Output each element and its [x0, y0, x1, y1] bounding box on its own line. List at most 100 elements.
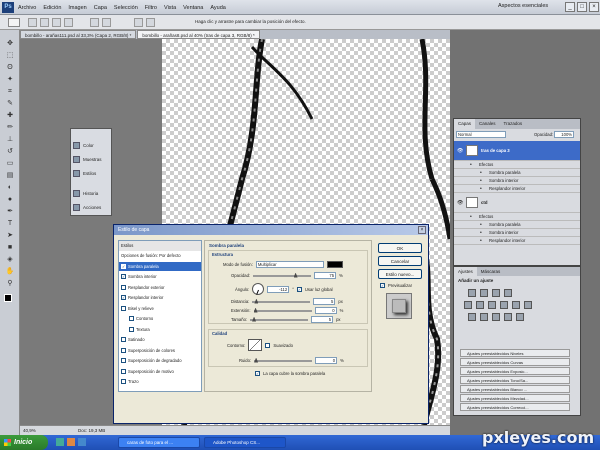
- adjustment-preset[interactable]: Ajustes preestablecidos Blanco ...: [460, 385, 570, 393]
- styles-panel-button[interactable]: Estilos: [73, 167, 111, 179]
- style-item[interactable]: Superposición de degradado: [119, 356, 201, 366]
- effect-eye-icon[interactable]: •: [480, 230, 486, 236]
- curves-icon[interactable]: [492, 289, 500, 297]
- global-light-checkbox[interactable]: [296, 286, 302, 292]
- eye-icon[interactable]: 👁: [457, 200, 463, 206]
- style-checkbox[interactable]: [129, 316, 134, 322]
- photo-filter-icon[interactable]: [512, 301, 520, 309]
- minimize-icon[interactable]: _: [565, 2, 575, 12]
- effect-eye-icon[interactable]: •: [480, 238, 486, 244]
- style-checkbox[interactable]: [121, 263, 126, 269]
- exposure-icon[interactable]: [504, 289, 512, 297]
- magic-wand-tool-icon[interactable]: ✦: [5, 76, 15, 84]
- preview-checkbox[interactable]: [380, 283, 385, 288]
- option-icon[interactable]: [52, 18, 61, 27]
- taskbar-item[interactable]: caras de foto para el ...: [118, 437, 200, 448]
- slider-thumb[interactable]: [253, 307, 258, 313]
- dialog-titlebar[interactable]: Estilo de capa ×: [114, 225, 428, 235]
- style-checkbox[interactable]: [121, 295, 126, 301]
- style-checkbox[interactable]: [129, 326, 134, 332]
- adjustment-preset[interactable]: Ajustes preestablecidos Curvas: [460, 358, 570, 366]
- menu-filtro[interactable]: Filtro: [145, 5, 157, 11]
- menu-seleccion[interactable]: Selección: [114, 5, 138, 11]
- foreground-color-swatch[interactable]: [4, 294, 12, 302]
- menu-imagen[interactable]: Imagen: [68, 5, 86, 11]
- adjustment-preset[interactable]: Ajustes preestablecidos Correcci...: [460, 403, 570, 411]
- style-checkbox[interactable]: [121, 284, 126, 290]
- tab-channels[interactable]: Canales: [475, 119, 500, 129]
- style-item[interactable]: Bisel y relieve: [119, 304, 201, 314]
- tab-adjustments[interactable]: Ajustes: [454, 267, 477, 276]
- distance-value[interactable]: 5: [313, 298, 336, 305]
- blend-mode-select[interactable]: Multiplicar: [255, 261, 324, 268]
- layer-row[interactable]: • Sombra paralela: [454, 169, 580, 177]
- style-item[interactable]: Opciones de fusión: Por defecto: [119, 251, 201, 261]
- swatches-panel-button[interactable]: Muestras: [73, 153, 111, 165]
- option-icon[interactable]: [102, 18, 111, 27]
- menu-archivo[interactable]: Archivo: [18, 5, 36, 11]
- contour-picker[interactable]: [248, 339, 263, 351]
- effect-eye-icon[interactable]: •: [480, 222, 486, 228]
- close-icon[interactable]: ×: [589, 2, 599, 12]
- angle-value[interactable]: -112: [267, 285, 290, 293]
- style-item[interactable]: Resplandor interior: [119, 293, 201, 303]
- style-checkbox[interactable]: [121, 337, 126, 343]
- actions-panel-button[interactable]: Acciones: [73, 201, 111, 213]
- layer-blend-select[interactable]: Normal: [456, 131, 506, 138]
- gradient-tool-icon[interactable]: ▤: [5, 172, 15, 180]
- layer-row[interactable]: • Sombra paralela: [454, 221, 580, 229]
- threshold-icon[interactable]: [492, 313, 500, 321]
- option-icon[interactable]: [64, 18, 73, 27]
- document-tab[interactable]: bombillo - arañas111.psd al 33,3% (Capa …: [20, 30, 137, 39]
- zoom-level[interactable]: 40,9%: [23, 428, 36, 433]
- color-panel-button[interactable]: Color: [73, 139, 111, 151]
- noise-slider[interactable]: [254, 357, 313, 363]
- workspace-switcher[interactable]: Aspectos esenciales: [498, 3, 548, 9]
- levels-icon[interactable]: [480, 289, 488, 297]
- history-panel-button[interactable]: Historia: [73, 187, 111, 199]
- quicklaunch-icon[interactable]: [56, 438, 64, 446]
- layer-row[interactable]: • Efectos: [454, 213, 580, 221]
- tab-layers[interactable]: Capas: [454, 119, 476, 129]
- invert-icon[interactable]: [468, 313, 476, 321]
- style-item[interactable]: Trazo: [119, 377, 201, 387]
- close-icon[interactable]: ×: [418, 226, 426, 234]
- styles-header[interactable]: Estilos: [119, 241, 201, 251]
- style-item[interactable]: Satinado: [119, 335, 201, 345]
- vibrance-icon[interactable]: [464, 301, 472, 309]
- layer-row[interactable]: • Resplandor interior: [454, 185, 580, 193]
- color-balance-icon[interactable]: [488, 301, 496, 309]
- effect-eye-icon[interactable]: •: [470, 214, 476, 220]
- slider-thumb[interactable]: [293, 272, 298, 278]
- layer-row[interactable]: 👁 tras de capa 3: [454, 141, 580, 161]
- adjustment-preset[interactable]: Ajustes preestablecidos Mezclad...: [460, 394, 570, 402]
- selective-color-icon[interactable]: [516, 313, 524, 321]
- marquee-tool-icon[interactable]: ⬚: [5, 52, 15, 60]
- hand-tool-icon[interactable]: ✋: [5, 268, 15, 276]
- brush-tool-icon[interactable]: ✏: [5, 124, 15, 132]
- knockout-checkbox[interactable]: [255, 371, 260, 376]
- lasso-tool-icon[interactable]: ʘ: [5, 64, 15, 72]
- adjustment-preset[interactable]: Ajustes preestablecidos Tono/Sa...: [460, 376, 570, 384]
- effect-eye-icon[interactable]: •: [480, 178, 486, 184]
- distance-slider[interactable]: [252, 298, 311, 304]
- style-checkbox[interactable]: [121, 379, 126, 385]
- size-slider[interactable]: [250, 316, 309, 322]
- style-item[interactable]: Superposición de colores: [119, 346, 201, 356]
- tab-paths[interactable]: Trazados: [500, 119, 527, 129]
- history-brush-tool-icon[interactable]: ↺: [5, 148, 15, 156]
- crop-tool-icon[interactable]: ⌗: [5, 88, 15, 96]
- effect-eye-icon[interactable]: •: [480, 186, 486, 192]
- document-tab-active[interactable]: bombillo - arañas8.psd al 40% (tras de c…: [137, 30, 260, 39]
- style-item[interactable]: Superposición de motivo: [119, 367, 201, 377]
- menu-vista[interactable]: Vista: [164, 5, 176, 11]
- mixer-icon[interactable]: [524, 301, 532, 309]
- effect-eye-icon[interactable]: •: [470, 162, 476, 168]
- bw-icon[interactable]: [500, 301, 508, 309]
- shadow-color-swatch[interactable]: [326, 261, 343, 268]
- style-checkbox[interactable]: [121, 274, 126, 280]
- spread-slider[interactable]: [253, 307, 312, 313]
- tool-preset-picker[interactable]: [8, 18, 20, 27]
- eye-icon[interactable]: 👁: [457, 148, 463, 154]
- taskbar-item-active[interactable]: Adobe Photoshop CS...: [204, 437, 286, 448]
